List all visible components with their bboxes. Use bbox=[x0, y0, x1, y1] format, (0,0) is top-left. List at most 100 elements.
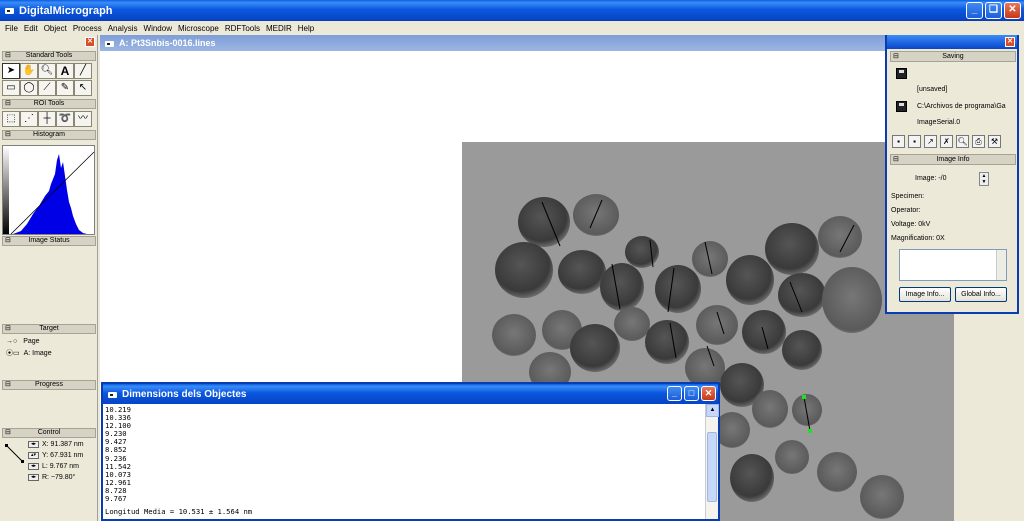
minimize-button[interactable]: _ bbox=[966, 2, 983, 19]
folder-disk-icon[interactable] bbox=[896, 101, 907, 112]
control-r-row: ◂▸ R: ~79.80° bbox=[28, 474, 75, 481]
dimensions-title-bar[interactable]: Dimensions dels Objectes _ □ ✕ bbox=[103, 384, 718, 404]
unsaved-label: [unsaved] bbox=[917, 86, 948, 93]
maximize-button[interactable]: ❏ bbox=[985, 2, 1002, 19]
pen-tool-icon[interactable]: ✎ bbox=[56, 80, 74, 96]
app-title: DigitalMicrograph bbox=[19, 4, 113, 17]
cursor-tool-icon[interactable]: ↖ bbox=[74, 80, 92, 96]
global-info-button[interactable]: Global Info... bbox=[955, 287, 1007, 302]
image-status-header[interactable]: ⊟ Image Status bbox=[2, 236, 96, 246]
roi-tools-header[interactable]: ⊟ ROI Tools bbox=[2, 99, 96, 109]
histogram-header[interactable]: ⊟ Histogram bbox=[2, 130, 96, 140]
menu-process[interactable]: Process bbox=[70, 24, 105, 33]
panel-title-bar[interactable]: ✕ bbox=[887, 35, 1017, 49]
palette-close-button[interactable]: ✕ bbox=[85, 37, 95, 47]
roi-point-icon[interactable]: ┼ bbox=[38, 111, 56, 127]
saving-header[interactable]: ⊟ Saving bbox=[890, 51, 1016, 62]
save-path: C:\Archivos de programa\Ga bbox=[917, 103, 1006, 110]
histogram-plot[interactable] bbox=[2, 145, 95, 235]
progress-header[interactable]: ⊟ Progress bbox=[2, 380, 96, 390]
panel-close-button[interactable]: ✕ bbox=[1005, 37, 1015, 47]
y-stepper[interactable]: ▴▾ bbox=[28, 452, 39, 459]
dimensions-window-title: Dimensions dels Objectes bbox=[122, 388, 247, 400]
dim-close-button[interactable]: ✕ bbox=[701, 386, 716, 401]
specimen-label: Specimen: bbox=[891, 193, 925, 200]
histogram-graphic bbox=[3, 146, 95, 235]
menu-rdftools[interactable]: RDFTools bbox=[222, 24, 263, 33]
line-tool-icon[interactable]: ╱ bbox=[74, 63, 92, 79]
rectangle-tool-icon[interactable]: ▭ bbox=[2, 80, 20, 96]
image-window-title-bar[interactable]: A: Pt3Snbis-0016.lines bbox=[100, 35, 888, 51]
save-all-icon[interactable]: ▪ bbox=[908, 135, 921, 148]
operator-label: Operator: bbox=[891, 207, 921, 214]
camera-icon bbox=[4, 5, 15, 16]
menu-file[interactable]: File bbox=[2, 24, 21, 33]
control-y-row: ▴▾ Y: 67.931 nm bbox=[28, 452, 83, 459]
save-icon[interactable]: ▪ bbox=[892, 135, 905, 148]
app-title-bar[interactable]: DigitalMicrograph _ ❏ ✕ bbox=[0, 0, 1024, 21]
target-image-row[interactable]: ⦿▭ A: Image bbox=[6, 348, 52, 358]
zoom-tool-icon[interactable]: 🔍︎ bbox=[38, 63, 56, 79]
dimensions-output[interactable]: 10.219 10.336 12.100 9.230 9.427 8.852 9.236 11… bbox=[103, 404, 719, 519]
info-notes-textbox[interactable] bbox=[899, 249, 1007, 281]
menu-help[interactable]: Help bbox=[295, 24, 317, 33]
standard-tools-header[interactable]: ⊟ Standard Tools bbox=[2, 51, 96, 61]
r-stepper[interactable]: ◂▸ bbox=[28, 474, 39, 481]
hand-tool-icon[interactable]: ✋ bbox=[20, 63, 38, 79]
control-r-value: R: ~79.80° bbox=[42, 474, 76, 481]
save-plot-icon[interactable]: ↗ bbox=[924, 135, 937, 148]
x-stepper[interactable]: ◂▸ bbox=[28, 441, 39, 448]
oval-tool-icon[interactable]: ◯ bbox=[20, 80, 38, 96]
print-icon[interactable]: ⎙ bbox=[972, 135, 985, 148]
image-info-button[interactable]: Image Info... bbox=[899, 287, 951, 302]
scroll-up-icon[interactable]: ▲ bbox=[706, 404, 719, 417]
save-disk-icon[interactable] bbox=[896, 68, 907, 79]
scroll-thumb[interactable] bbox=[707, 432, 717, 502]
roi-rectangle-icon[interactable]: ⬚ bbox=[2, 111, 20, 127]
window-controls: _ ❏ ✕ bbox=[966, 2, 1021, 19]
close-button[interactable]: ✕ bbox=[1004, 2, 1021, 19]
target-page-row[interactable]: →○ Page bbox=[6, 338, 40, 345]
menu-window[interactable]: Window bbox=[141, 24, 175, 33]
pointer-tool-icon[interactable]: ➤ bbox=[2, 63, 20, 79]
menu-object[interactable]: Object bbox=[41, 24, 70, 33]
image-window-title: A: Pt3Snbis-0016.lines bbox=[119, 38, 216, 48]
roi-freehand-icon[interactable]: 〰 bbox=[74, 111, 92, 127]
image-window-icon bbox=[104, 38, 115, 49]
dimensions-window-controls: _ □ ✕ bbox=[667, 386, 716, 401]
control-y-value: Y: 67.931 nm bbox=[42, 452, 84, 459]
dim-minimize-button[interactable]: _ bbox=[667, 386, 682, 401]
target-header[interactable]: ⊟ Target bbox=[2, 324, 96, 334]
saving-image-info-panel: ✕ ⊟ Saving [unsaved] C:\Archivos de progr… bbox=[885, 35, 1019, 314]
target-image-radio-icon: ⦿▭ bbox=[6, 350, 20, 357]
dimensions-window-icon bbox=[107, 389, 118, 400]
roi-line-icon[interactable]: ⋰ bbox=[20, 111, 38, 127]
preview-icon[interactable]: 🔍︎ bbox=[956, 135, 969, 148]
image-info-header[interactable]: ⊟ Image Info bbox=[890, 154, 1016, 165]
saving-toolbar: ▪ ▪ ↗ ✗ 🔍︎ ⎙ ⚒ bbox=[892, 135, 1001, 148]
output-scrollbar[interactable]: ▲ bbox=[705, 404, 719, 519]
voltage-label: Voltage: 0kV bbox=[891, 221, 931, 228]
control-l-row: ◂▸ L: 9.767 nm bbox=[28, 463, 79, 470]
dim-maximize-button[interactable]: □ bbox=[684, 386, 699, 401]
text-tool-icon[interactable]: A bbox=[56, 63, 74, 79]
delete-plot-icon[interactable]: ✗ bbox=[940, 135, 953, 148]
mean-length-summary: Longitud Media = 10.531 ± 1.564 nm bbox=[105, 507, 253, 516]
menu-analysis[interactable]: Analysis bbox=[105, 24, 141, 33]
tools-icon[interactable]: ⚒ bbox=[988, 135, 1001, 148]
magnification-label: Magnification: 0X bbox=[891, 235, 945, 242]
menu-bar: File Edit Object Process Analysis Window… bbox=[0, 21, 1024, 35]
menu-medir[interactable]: MEDIR bbox=[263, 24, 295, 33]
image-index-spinner[interactable]: ▲ ▼ bbox=[979, 172, 989, 186]
floating-palette: ✕ ⊟ Standard Tools ➤ ✋ 🔍︎ A ╱ ▭ ◯ ⟋ ✎ ↖ ⊟… bbox=[0, 35, 98, 521]
control-l-value: L: 9.767 nm bbox=[42, 463, 79, 470]
control-header[interactable]: ⊟ Control bbox=[2, 428, 96, 438]
wand-tool-icon[interactable]: ⟋ bbox=[38, 80, 56, 96]
roi-lasso-icon[interactable]: ➰ bbox=[56, 111, 74, 127]
notes-scrollbar[interactable] bbox=[996, 250, 1006, 280]
roi-tools-row: ⬚ ⋰ ┼ ➰ 〰 bbox=[2, 111, 92, 127]
target-page-radio-icon: →○ bbox=[6, 338, 18, 345]
menu-edit[interactable]: Edit bbox=[21, 24, 41, 33]
l-stepper[interactable]: ◂▸ bbox=[28, 463, 39, 470]
menu-microscope[interactable]: Microscope bbox=[175, 24, 222, 33]
